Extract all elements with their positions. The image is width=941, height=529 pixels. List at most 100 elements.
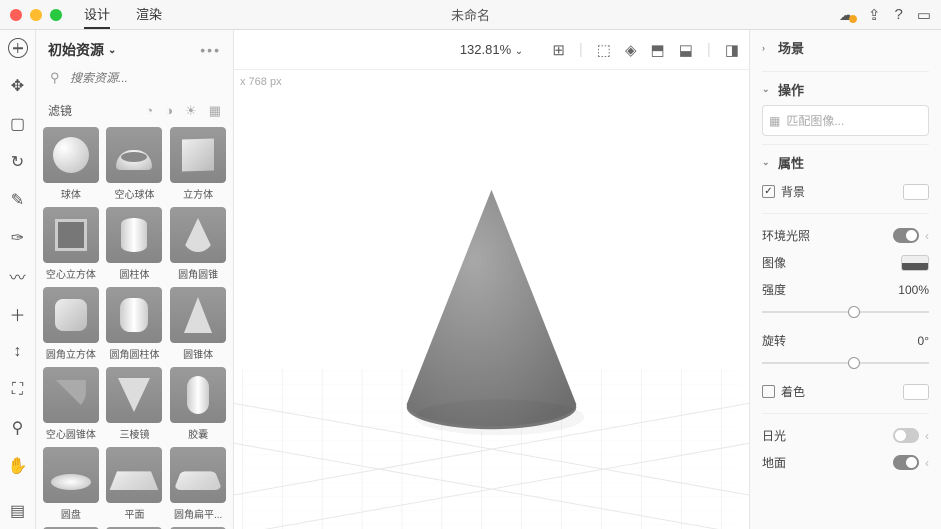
asset-thumbnail	[170, 287, 226, 343]
canvas-area: 132.81% ⌄ ⊞ | ⬚ ◈ ⬒ ⬓ | ◨ x 768 px	[234, 30, 749, 529]
scene-section-label: 场景	[778, 38, 804, 57]
filter-icons: ◔ ◑ ☀ ▦	[145, 103, 221, 119]
crop-tool-icon[interactable]: ▢	[8, 114, 28, 134]
plus-tool-icon[interactable]: ＋	[8, 304, 28, 324]
asset-label: 圆角圆锥	[178, 266, 218, 281]
ground-toggle[interactable]	[893, 455, 919, 470]
asset-label: 空心立方体	[46, 266, 96, 281]
measure-tool-icon[interactable]: ⛶	[8, 380, 28, 400]
mode-tabs: 设计 渲染	[84, 0, 162, 29]
background-color-swatch[interactable]	[903, 184, 929, 200]
asset-item[interactable]: 立方体	[169, 127, 227, 201]
env-light-toggle[interactable]	[893, 228, 919, 243]
layout-icon[interactable]: ▤	[8, 501, 28, 521]
rotate-tool-icon[interactable]: ↻	[8, 152, 28, 172]
asset-item[interactable]: 圆柱体	[106, 207, 164, 281]
close-window[interactable]	[10, 9, 22, 21]
env-image-label: 图像	[762, 254, 786, 271]
tint-checkbox[interactable]	[762, 385, 775, 398]
asset-source-dropdown[interactable]: 初始资源 ⌄	[48, 40, 116, 60]
camera-front-icon[interactable]: ⬚	[597, 41, 611, 59]
asset-item[interactable]: 空心圆锥体	[42, 367, 100, 441]
asset-item[interactable]: 圆角圆柱体	[106, 287, 164, 361]
filter-material-icon[interactable]: ◑	[165, 103, 173, 119]
maximize-window[interactable]	[50, 9, 62, 21]
props-section-header[interactable]: ⌄ 属性	[762, 153, 929, 172]
asset-search-input[interactable]	[46, 66, 223, 90]
asset-label: 圆盘	[61, 506, 81, 521]
asset-thumbnail	[43, 367, 99, 423]
reset-icon[interactable]: ‹	[925, 429, 929, 443]
minimize-window[interactable]	[30, 9, 42, 21]
window-controls	[10, 9, 62, 21]
asset-item[interactable]: 圆角立方体	[42, 287, 100, 361]
titlebar-actions: ☁ ⇪ ? ▭	[839, 6, 931, 24]
filter-light-icon[interactable]: ☀	[185, 103, 197, 119]
eyedropper-icon[interactable]: ✑	[8, 228, 28, 248]
sun-toggle[interactable]	[893, 428, 919, 443]
asset-item[interactable]: 空心立方体	[42, 207, 100, 281]
add-button[interactable]	[8, 38, 28, 58]
help-icon[interactable]: ?	[894, 6, 902, 23]
intensity-slider[interactable]	[762, 305, 929, 319]
scene-section-header[interactable]: › 场景	[762, 38, 929, 57]
tint-checkbox-row[interactable]: 着色	[762, 383, 805, 400]
asset-item[interactable]: 平面	[106, 447, 164, 521]
asset-item[interactable]: 圆盘	[42, 447, 100, 521]
hand-tool-icon[interactable]: ✋	[8, 456, 28, 476]
share-icon[interactable]: ⇪	[868, 6, 881, 24]
asset-item[interactable]: 三棱镜	[106, 367, 164, 441]
intensity-label: 强度	[762, 281, 786, 298]
rotation-slider[interactable]	[762, 356, 929, 370]
ops-section-header[interactable]: ⌄ 操作	[762, 80, 929, 99]
background-label: 背景	[781, 183, 805, 200]
rotation-value: 0°	[918, 334, 929, 348]
camera-iso-icon[interactable]: ⬓	[679, 41, 693, 59]
move-tool-icon[interactable]: ✥	[8, 76, 28, 96]
asset-item[interactable]: 圆角扁平...	[169, 447, 227, 521]
asset-thumbnail	[106, 207, 162, 263]
document-title: 未命名	[451, 5, 490, 24]
asset-thumbnail	[170, 207, 226, 263]
tab-render[interactable]: 渲染	[136, 0, 162, 29]
viewport[interactable]	[234, 70, 749, 529]
asset-thumbnail	[43, 127, 99, 183]
magic-tool-icon[interactable]: ✎	[8, 190, 28, 210]
tint-color-swatch[interactable]	[903, 384, 929, 400]
arrow-tool-icon[interactable]: ↕	[8, 342, 28, 362]
intensity-value: 100%	[898, 283, 929, 297]
env-light-label: 环境光照	[762, 227, 810, 244]
filter-shape-icon[interactable]: ◔	[145, 103, 153, 119]
reset-icon[interactable]: ‹	[925, 229, 929, 243]
match-image-button[interactable]: ▦ 匹配图像...	[762, 105, 929, 136]
filter-image-icon[interactable]: ▦	[209, 103, 221, 119]
camera-top-icon[interactable]: ⬒	[651, 41, 665, 59]
path-tool-icon[interactable]: 〰	[8, 266, 28, 286]
background-checkbox-row[interactable]: 背景	[762, 183, 805, 200]
asset-item[interactable]: 空心球体	[106, 127, 164, 201]
asset-label: 胶囊	[188, 426, 208, 441]
cloud-sync-icon[interactable]: ☁	[839, 6, 854, 24]
camera-orbit-icon[interactable]: ◈	[625, 41, 637, 59]
asset-item[interactable]: 圆锥体	[169, 287, 227, 361]
rotation-label: 旋转	[762, 332, 786, 349]
zoom-tool-icon[interactable]: ⚲	[8, 418, 28, 438]
asset-menu-button[interactable]: •••	[200, 42, 221, 58]
asset-panel: 初始资源 ⌄ ••• ⚲ 滤镜 ◔ ◑ ☀ ▦ 球体空心球体立方体空心立方体圆柱…	[36, 30, 234, 529]
search-icon: ⚲	[50, 70, 60, 86]
zoom-dropdown[interactable]: 132.81% ⌄	[460, 42, 523, 57]
asset-item[interactable]: 胶囊	[169, 367, 227, 441]
tab-design[interactable]: 设计	[84, 0, 110, 29]
reset-icon[interactable]: ‹	[925, 456, 929, 470]
props-section-label: 属性	[778, 153, 804, 172]
asset-label: 圆柱体	[119, 266, 149, 281]
env-image-thumbnail[interactable]	[901, 255, 929, 271]
shading-icon[interactable]: ◨	[725, 41, 739, 59]
grid-view-icon[interactable]: ⊞	[552, 41, 565, 59]
asset-item[interactable]: 球体	[42, 127, 100, 201]
background-checkbox[interactable]	[762, 185, 775, 198]
asset-thumbnail	[106, 127, 162, 183]
feedback-icon[interactable]: ▭	[917, 6, 931, 24]
ops-section-label: 操作	[778, 80, 804, 99]
asset-item[interactable]: 圆角圆锥	[169, 207, 227, 281]
